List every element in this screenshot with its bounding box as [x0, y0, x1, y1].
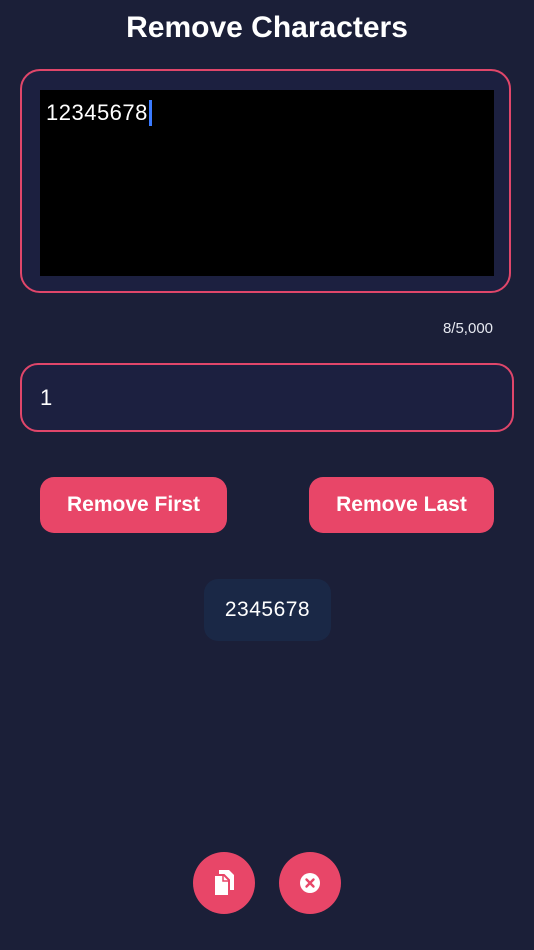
text-input-area[interactable]: 12345678: [40, 90, 494, 276]
clear-button[interactable]: [279, 852, 341, 914]
text-input-card: 12345678: [20, 69, 511, 293]
text-input-value: 12345678: [46, 100, 148, 125]
character-counter: 8/5,000: [442, 320, 493, 337]
copy-icon: [213, 870, 234, 897]
copy-button[interactable]: [193, 852, 255, 914]
remove-first-button[interactable]: Remove First: [40, 477, 227, 533]
remove-last-button[interactable]: Remove Last: [309, 477, 494, 533]
result-output: 2345678: [204, 579, 331, 641]
remove-count-value: 1: [40, 385, 53, 410]
text-cursor: [148, 100, 152, 126]
remove-count-input[interactable]: 1: [20, 363, 514, 432]
page-title: Remove Characters: [126, 11, 408, 44]
clear-icon: [300, 873, 320, 893]
